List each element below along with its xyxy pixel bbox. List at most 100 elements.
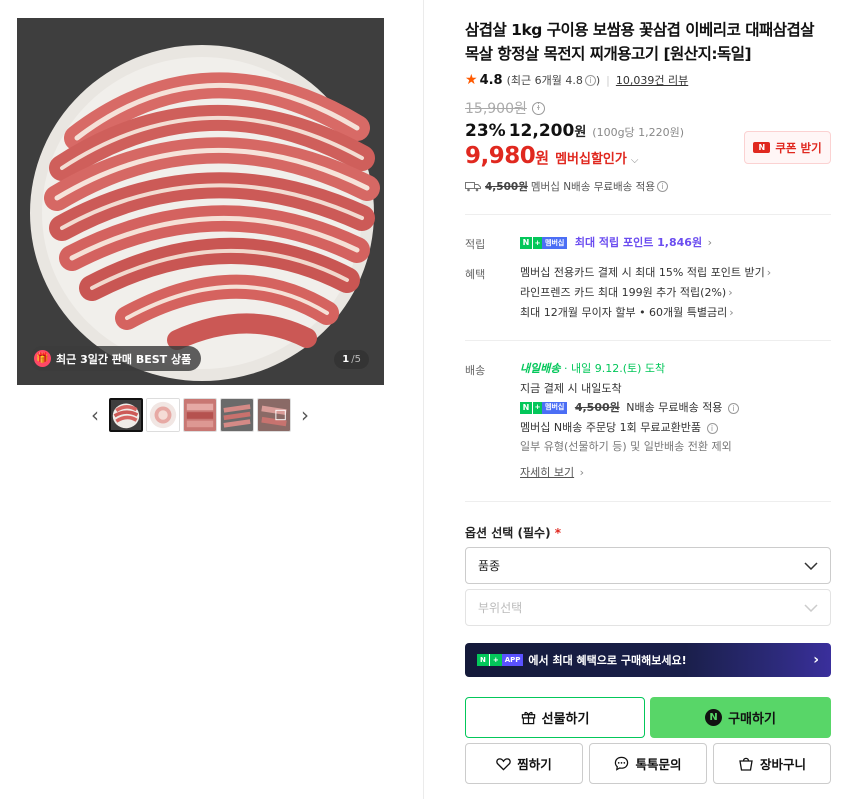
sale-price-row: 23% 12,200 원 (100g당 1,220원)	[465, 121, 684, 141]
chevron-down-icon	[804, 603, 818, 612]
thumbnail-next-button[interactable]: ›	[294, 398, 316, 432]
app-banner-text: 에서 최대 혜택으로 구매해보세요!	[528, 654, 687, 667]
buy-button[interactable]: N 구매하기	[650, 697, 831, 738]
thumbnail-3[interactable]	[183, 398, 217, 432]
coupon-button[interactable]: N 쿠폰 받기	[744, 131, 831, 164]
image-counter-current: 1	[342, 354, 350, 365]
badge-app: APP	[501, 654, 524, 666]
original-price: 15,900원 i	[465, 98, 545, 118]
arrival-date: · 내일 9.12.(토) 도착	[563, 362, 666, 375]
section-divider	[465, 214, 831, 215]
star-icon: ★	[465, 72, 478, 88]
gift-button-label: 선물하기	[541, 712, 590, 727]
sale-price: 12,200	[508, 121, 575, 141]
badge-membership: 멤버십	[542, 402, 568, 414]
product-gallery: 🎁 최근 3일간 판매 BEST 상품 1 /5 ‹ ›	[0, 0, 424, 799]
points-row[interactable]: N + 멤버십 최대 적립 포인트 1,846원 ›	[520, 233, 712, 253]
info-icon[interactable]: i	[584, 74, 596, 86]
member-price: 9,980	[465, 143, 536, 169]
image-counter: 1 /5	[334, 350, 369, 369]
original-price-value: 15,900원	[465, 101, 527, 117]
badge-n: N	[477, 654, 489, 666]
info-icon[interactable]: i	[657, 181, 669, 192]
chevron-down-icon: ⌵	[630, 155, 639, 166]
shipping-text: 멤버십 N배송 무료배송 적용	[530, 181, 656, 193]
gift-button[interactable]: 선물하기	[465, 697, 645, 738]
pay-note: 지금 결제 시 내일도착	[520, 381, 622, 395]
app-benefit-banner[interactable]: N + APP 에서 최대 혜택으로 구매해보세요! ›	[465, 643, 831, 677]
info-icon[interactable]: i	[706, 422, 718, 434]
thumbnail-image	[184, 399, 216, 431]
chevron-right-icon: ›	[707, 236, 712, 249]
npay-app-badge: N + APP	[477, 654, 524, 666]
main-product-image[interactable]: 🎁 최근 3일간 판매 BEST 상품 1 /5	[17, 18, 384, 385]
product-title: 삼겹살 1kg 구이용 보쌈용 꽃삼겹 이베리코 대패삼겹살 목살 항정살 목전…	[465, 21, 815, 63]
chevron-right-icon: ›	[813, 652, 819, 668]
chevron-down-icon	[804, 561, 818, 570]
option-title: 옵션 선택 (필수) *	[465, 524, 561, 541]
npay-membership-badge: N + 멤버십	[520, 402, 568, 414]
buy-button-label: 구매하기	[728, 712, 776, 727]
sale-price-unit: 원	[574, 125, 587, 140]
thumbnail-image	[147, 399, 179, 431]
pork-belly-image	[17, 18, 384, 385]
cart-button[interactable]: 장바구니	[713, 743, 831, 784]
image-counter-total: /5	[351, 354, 361, 365]
truck-icon	[465, 182, 481, 192]
benefit-item[interactable]: 최대 12개월 무이자 할부 • 60개월 특별금리 ›	[520, 303, 771, 323]
rating-row: ★ 4.8 (최근 6개월 4.8 i ) | 10,039건 리뷰	[465, 72, 688, 88]
heart-icon	[496, 757, 511, 771]
chevron-right-icon: ›	[579, 465, 585, 479]
naver-n-icon: N	[705, 709, 723, 726]
chevron-right-icon: ›	[728, 286, 733, 299]
review-count-link[interactable]: 10,039건 리뷰	[616, 72, 688, 88]
rating-recent-close: )	[595, 73, 601, 87]
delivery-label: 배송	[465, 364, 486, 377]
thumbnail-2[interactable]	[146, 398, 180, 432]
info-icon[interactable]: i	[727, 403, 739, 415]
best-seller-badge: 🎁 최근 3일간 판매 BEST 상품	[30, 346, 202, 371]
delivery-fee-row: N + 멤버십 4,500원 N배송 무료배송 적용 i	[520, 398, 739, 418]
benefit-text: 최대 12개월 무이자 할부 • 60개월 특별금리	[520, 306, 728, 319]
thumbnail-prev-button[interactable]: ‹	[84, 398, 106, 432]
badge-plus: +	[532, 237, 542, 249]
unit-price: (100g당 1,220원)	[592, 126, 685, 139]
badge-n: N	[520, 402, 532, 414]
detail-link-row[interactable]: 자세히 보기 ›	[520, 463, 739, 483]
thumbnail-5[interactable]	[257, 398, 291, 432]
benefit-label: 혜택	[465, 268, 486, 281]
rating-recent: (최근 6개월 4.8	[506, 74, 583, 87]
exception-note: 일부 유형(선물하기 등) 및 일반배송 전환 제외	[520, 440, 732, 453]
shipping-row: 4,500원 멤버십 N배송 무료배송 적용 i	[465, 179, 669, 194]
badge-n: N	[520, 237, 532, 249]
wishlist-button[interactable]: 찜하기	[465, 743, 583, 784]
delivery-arrival: 내일배송 · 내일 9.12.(토) 도착	[520, 359, 739, 379]
chat-bubble-icon	[615, 756, 629, 771]
member-price-row[interactable]: 9,980 원 멤버십할인가 ⌵	[465, 143, 638, 169]
cut-select-placeholder: 부위선택	[478, 601, 523, 615]
coupon-icon: N	[753, 142, 771, 153]
required-mark: *	[554, 526, 562, 540]
variety-select[interactable]: 품종	[465, 547, 831, 584]
best-badge-text: 최근 3일간 판매 BEST 상품	[56, 352, 192, 366]
benefit-item[interactable]: 멤버십 전용카드 결제 시 최대 15% 적립 포인트 받기 ›	[520, 263, 771, 283]
thumbnail-image	[258, 399, 290, 431]
exchange-note-row: 멤버십 N배송 주문당 1회 무료교환반품 i	[520, 418, 739, 438]
benefit-item[interactable]: 라인프렌즈 카드 최대 199원 추가 적립(2%) ›	[520, 283, 771, 303]
points-label: 적립	[465, 238, 486, 251]
talk-inquiry-button[interactable]: 톡톡문의	[589, 743, 707, 784]
divider: |	[606, 73, 610, 87]
chevron-right-icon: ›	[729, 306, 734, 319]
thumbnail-1[interactable]	[109, 398, 143, 432]
cut-select[interactable]: 부위선택	[465, 589, 831, 626]
info-icon[interactable]: i	[531, 101, 545, 115]
talk-button-label: 톡톡문의	[635, 757, 682, 772]
thumbnail-strip: ‹ ›	[84, 397, 316, 433]
delivery-info: 내일배송 · 내일 9.12.(토) 도착 지금 결제 시 내일도착 N + 멤버십…	[520, 359, 739, 482]
shopping-bag-icon	[739, 757, 753, 771]
thumbnail-4[interactable]	[220, 398, 254, 432]
detail-link[interactable]: 자세히 보기	[520, 466, 574, 479]
badge-plus: +	[488, 654, 502, 666]
shipping-fee-strike: 4,500원	[485, 181, 528, 193]
section-divider	[465, 501, 831, 502]
